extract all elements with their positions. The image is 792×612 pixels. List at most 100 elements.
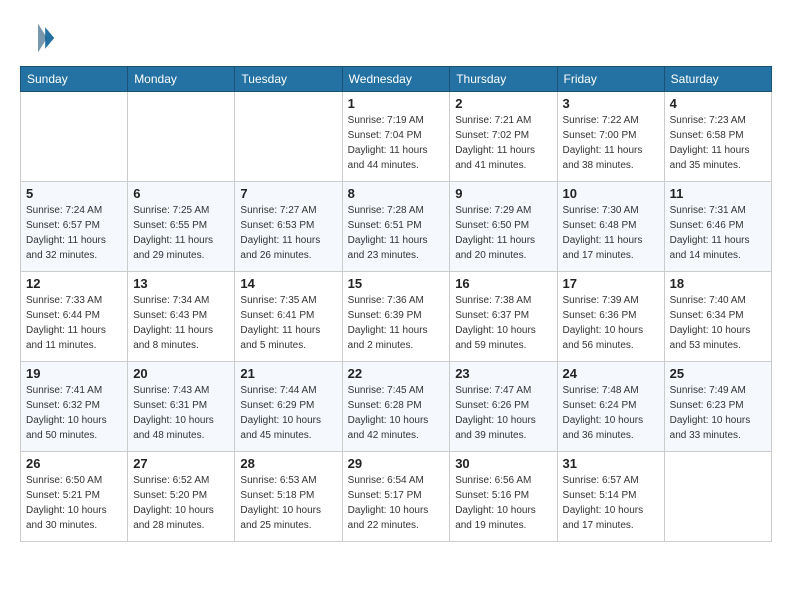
day-info: Sunrise: 7:23 AMSunset: 6:58 PMDaylight:… bbox=[670, 113, 766, 173]
day-info: Sunrise: 7:28 AMSunset: 6:51 PMDaylight:… bbox=[348, 203, 445, 263]
calendar-cell: 5 Sunrise: 7:24 AMSunset: 6:57 PMDaylight… bbox=[21, 182, 128, 272]
day-info: Sunrise: 6:52 AMSunset: 5:20 PMDaylight:… bbox=[133, 473, 229, 533]
column-header-monday: Monday bbox=[128, 67, 235, 92]
day-number: 3 bbox=[563, 96, 659, 111]
column-header-tuesday: Tuesday bbox=[235, 67, 342, 92]
day-info: Sunrise: 7:43 AMSunset: 6:31 PMDaylight:… bbox=[133, 383, 229, 443]
day-info: Sunrise: 7:40 AMSunset: 6:34 PMDaylight:… bbox=[670, 293, 766, 353]
day-number: 10 bbox=[563, 186, 659, 201]
day-number: 8 bbox=[348, 186, 445, 201]
day-number: 18 bbox=[670, 276, 766, 291]
day-info: Sunrise: 7:25 AMSunset: 6:55 PMDaylight:… bbox=[133, 203, 229, 263]
calendar-cell: 21Sunrise: 7:44 AMSunset: 6:29 PMDayligh… bbox=[235, 362, 342, 452]
column-header-friday: Friday bbox=[557, 67, 664, 92]
day-number: 14 bbox=[240, 276, 336, 291]
calendar-week-row: 26 Sunrise: 6:50 AMSunset: 5:21 PMDayligh… bbox=[21, 452, 772, 542]
calendar-cell bbox=[128, 92, 235, 182]
column-header-sunday: Sunday bbox=[21, 67, 128, 92]
day-number: 13 bbox=[133, 276, 229, 291]
calendar-cell: 23 Sunrise: 7:47 AMSunset: 6:26 PMDayligh… bbox=[450, 362, 557, 452]
day-number: 22 bbox=[348, 366, 445, 381]
day-number: 23 bbox=[455, 366, 551, 381]
calendar-cell: 14 Sunrise: 7:35 AMSunset: 6:41 PMDayligh… bbox=[235, 272, 342, 362]
calendar-week-row: 5 Sunrise: 7:24 AMSunset: 6:57 PMDaylight… bbox=[21, 182, 772, 272]
day-number: 21 bbox=[240, 366, 336, 381]
day-info: Sunrise: 7:38 AMSunset: 6:37 PMDaylight:… bbox=[455, 293, 551, 353]
calendar-table: SundayMondayTuesdayWednesdayThursdayFrid… bbox=[20, 66, 772, 542]
calendar-cell bbox=[235, 92, 342, 182]
day-number: 7 bbox=[240, 186, 336, 201]
calendar-cell: 16 Sunrise: 7:38 AMSunset: 6:37 PMDayligh… bbox=[450, 272, 557, 362]
column-header-saturday: Saturday bbox=[664, 67, 771, 92]
day-info: Sunrise: 7:48 AMSunset: 6:24 PMDaylight:… bbox=[563, 383, 659, 443]
calendar-cell: 3 Sunrise: 7:22 AMSunset: 7:00 PMDaylight… bbox=[557, 92, 664, 182]
calendar-cell: 12Sunrise: 7:33 AMSunset: 6:44 PMDayligh… bbox=[21, 272, 128, 362]
day-info: Sunrise: 7:41 AMSunset: 6:32 PMDaylight:… bbox=[26, 383, 122, 443]
calendar-cell: 11 Sunrise: 7:31 AMSunset: 6:46 PMDayligh… bbox=[664, 182, 771, 272]
day-info: Sunrise: 7:31 AMSunset: 6:46 PMDaylight:… bbox=[670, 203, 766, 263]
calendar-cell: 25 Sunrise: 7:49 AMSunset: 6:23 PMDayligh… bbox=[664, 362, 771, 452]
calendar-cell: 13 Sunrise: 7:34 AMSunset: 6:43 PMDayligh… bbox=[128, 272, 235, 362]
calendar-cell: 4 Sunrise: 7:23 AMSunset: 6:58 PMDaylight… bbox=[664, 92, 771, 182]
day-info: Sunrise: 7:22 AMSunset: 7:00 PMDaylight:… bbox=[563, 113, 659, 173]
calendar-cell: 30 Sunrise: 6:56 AMSunset: 5:16 PMDayligh… bbox=[450, 452, 557, 542]
day-info: Sunrise: 7:35 AMSunset: 6:41 PMDaylight:… bbox=[240, 293, 336, 353]
day-info: Sunrise: 6:56 AMSunset: 5:16 PMDaylight:… bbox=[455, 473, 551, 533]
day-number: 30 bbox=[455, 456, 551, 471]
logo-icon bbox=[20, 20, 56, 56]
day-number: 20 bbox=[133, 366, 229, 381]
calendar-cell: 31 Sunrise: 6:57 AMSunset: 5:14 PMDayligh… bbox=[557, 452, 664, 542]
day-number: 31 bbox=[563, 456, 659, 471]
day-number: 9 bbox=[455, 186, 551, 201]
day-info: Sunrise: 7:21 AMSunset: 7:02 PMDaylight:… bbox=[455, 113, 551, 173]
day-info: Sunrise: 7:27 AMSunset: 6:53 PMDaylight:… bbox=[240, 203, 336, 263]
day-info: Sunrise: 7:34 AMSunset: 6:43 PMDaylight:… bbox=[133, 293, 229, 353]
calendar-cell: 24 Sunrise: 7:48 AMSunset: 6:24 PMDayligh… bbox=[557, 362, 664, 452]
day-number: 12 bbox=[26, 276, 122, 291]
day-info: Sunrise: 7:19 AMSunset: 7:04 PMDaylight:… bbox=[348, 113, 445, 173]
day-number: 26 bbox=[26, 456, 122, 471]
day-number: 28 bbox=[240, 456, 336, 471]
calendar-cell: 29Sunrise: 6:54 AMSunset: 5:17 PMDayligh… bbox=[342, 452, 450, 542]
calendar-cell: 7 Sunrise: 7:27 AMSunset: 6:53 PMDaylight… bbox=[235, 182, 342, 272]
calendar-cell: 6Sunrise: 7:25 AMSunset: 6:55 PMDaylight… bbox=[128, 182, 235, 272]
calendar-cell: 27 Sunrise: 6:52 AMSunset: 5:20 PMDayligh… bbox=[128, 452, 235, 542]
calendar-cell: 9 Sunrise: 7:29 AMSunset: 6:50 PMDaylight… bbox=[450, 182, 557, 272]
column-header-thursday: Thursday bbox=[450, 67, 557, 92]
page-header bbox=[20, 20, 772, 56]
calendar-cell: 28 Sunrise: 6:53 AMSunset: 5:18 PMDayligh… bbox=[235, 452, 342, 542]
calendar-header-row: SundayMondayTuesdayWednesdayThursdayFrid… bbox=[21, 67, 772, 92]
day-info: Sunrise: 7:47 AMSunset: 6:26 PMDaylight:… bbox=[455, 383, 551, 443]
day-number: 4 bbox=[670, 96, 766, 111]
day-info: Sunrise: 6:54 AMSunset: 5:17 PMDaylight:… bbox=[348, 473, 445, 533]
day-number: 1 bbox=[348, 96, 445, 111]
day-info: Sunrise: 7:36 AMSunset: 6:39 PMDaylight:… bbox=[348, 293, 445, 353]
calendar-cell: 22 Sunrise: 7:45 AMSunset: 6:28 PMDayligh… bbox=[342, 362, 450, 452]
day-number: 25 bbox=[670, 366, 766, 381]
day-info: Sunrise: 7:29 AMSunset: 6:50 PMDaylight:… bbox=[455, 203, 551, 263]
day-info: Sunrise: 7:24 AMSunset: 6:57 PMDaylight:… bbox=[26, 203, 122, 263]
day-info: Sunrise: 7:49 AMSunset: 6:23 PMDaylight:… bbox=[670, 383, 766, 443]
column-header-wednesday: Wednesday bbox=[342, 67, 450, 92]
day-number: 19 bbox=[26, 366, 122, 381]
calendar-week-row: 19 Sunrise: 7:41 AMSunset: 6:32 PMDayligh… bbox=[21, 362, 772, 452]
calendar-cell: 1 Sunrise: 7:19 AMSunset: 7:04 PMDaylight… bbox=[342, 92, 450, 182]
calendar-cell: 19 Sunrise: 7:41 AMSunset: 6:32 PMDayligh… bbox=[21, 362, 128, 452]
day-number: 24 bbox=[563, 366, 659, 381]
day-number: 15 bbox=[348, 276, 445, 291]
day-info: Sunrise: 6:50 AMSunset: 5:21 PMDaylight:… bbox=[26, 473, 122, 533]
day-number: 16 bbox=[455, 276, 551, 291]
calendar-cell: 20 Sunrise: 7:43 AMSunset: 6:31 PMDayligh… bbox=[128, 362, 235, 452]
day-number: 27 bbox=[133, 456, 229, 471]
day-info: Sunrise: 7:30 AMSunset: 6:48 PMDaylight:… bbox=[563, 203, 659, 263]
day-info: Sunrise: 6:57 AMSunset: 5:14 PMDaylight:… bbox=[563, 473, 659, 533]
day-number: 11 bbox=[670, 186, 766, 201]
calendar-cell bbox=[664, 452, 771, 542]
calendar-cell: 15 Sunrise: 7:36 AMSunset: 6:39 PMDayligh… bbox=[342, 272, 450, 362]
calendar-cell: 10 Sunrise: 7:30 AMSunset: 6:48 PMDayligh… bbox=[557, 182, 664, 272]
day-number: 2 bbox=[455, 96, 551, 111]
day-info: Sunrise: 6:53 AMSunset: 5:18 PMDaylight:… bbox=[240, 473, 336, 533]
day-number: 5 bbox=[26, 186, 122, 201]
day-info: Sunrise: 7:45 AMSunset: 6:28 PMDaylight:… bbox=[348, 383, 445, 443]
calendar-week-row: 12Sunrise: 7:33 AMSunset: 6:44 PMDayligh… bbox=[21, 272, 772, 362]
